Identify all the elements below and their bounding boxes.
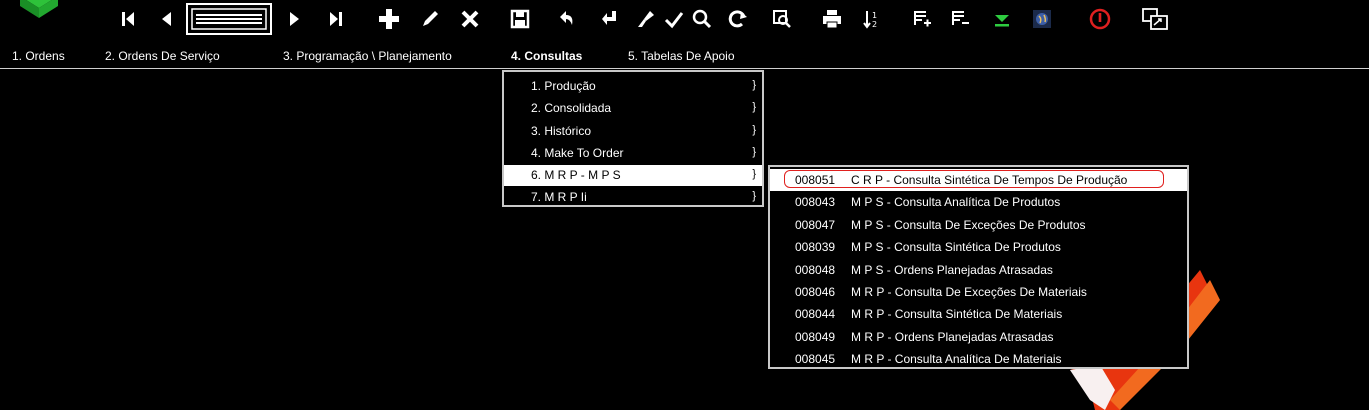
submenu-item-008043[interactable]: 008043 M P S - Consulta Analítica De Pro…: [770, 191, 1187, 213]
submenu-item-008046[interactable]: 008046 M R P - Consulta De Exceções De M…: [770, 281, 1187, 303]
sort-icon[interactable]: 12: [860, 6, 884, 32]
dropdown-item-label: 3. Histórico: [531, 124, 592, 138]
save-icon[interactable]: [508, 6, 532, 32]
last-record-icon[interactable]: [326, 6, 346, 32]
program-description: C R P - Consulta Sintética De Tempos De …: [851, 173, 1128, 187]
svg-text:2: 2: [872, 20, 877, 29]
dropdown-item-label: 4. Make To Order: [531, 146, 624, 160]
program-code: 008045: [795, 352, 836, 366]
logo-icon: [20, 0, 58, 18]
dropdown-item-historico[interactable]: 3. Histórico }: [504, 121, 762, 142]
download-icon[interactable]: [990, 6, 1014, 32]
print-icon[interactable]: [820, 6, 844, 32]
dropdown-item-mrp-mps[interactable]: 6. M R P - M P S }: [504, 165, 762, 186]
delete-icon[interactable]: [458, 6, 482, 32]
submenu-item-008045[interactable]: 008045 M R P - Consulta Analítica De Mat…: [770, 348, 1187, 370]
undo-icon[interactable]: [554, 6, 578, 32]
dropdown-item-consolidada[interactable]: 2. Consolidada }: [504, 98, 762, 119]
program-description: M P S - Consulta De Exceções De Produtos: [851, 218, 1086, 232]
program-code: 008047: [795, 218, 836, 232]
edit-icon[interactable]: [418, 6, 442, 32]
refresh-icon[interactable]: [726, 6, 750, 32]
program-code: 008043: [795, 195, 836, 209]
program-description: M R P - Ordens Planejadas Atrasadas: [851, 330, 1054, 344]
confirm-icon[interactable]: [598, 6, 622, 32]
dropdown-item-producao[interactable]: 1. Produção }: [504, 76, 762, 97]
zoom-icon[interactable]: [770, 6, 794, 32]
submenu-item-008051[interactable]: 008051 C R P - Consulta Sintética De Tem…: [770, 169, 1187, 191]
program-description: M R P - Consulta De Exceções De Materiai…: [851, 285, 1087, 299]
add-icon[interactable]: [376, 6, 402, 32]
dropdown-item-label: 2. Consolidada: [531, 101, 612, 115]
check-icon[interactable]: [662, 6, 686, 32]
submenu-arrow-icon: }: [752, 79, 756, 91]
insert-row-icon[interactable]: [910, 6, 934, 32]
program-code: 008049: [795, 330, 836, 344]
dropdown-item-label: 1. Produção: [531, 79, 596, 93]
menu-ordens[interactable]: 1. Ordens: [12, 49, 65, 63]
dropdown-item-label: 7. M R P Ii: [531, 190, 587, 204]
program-code: 008044: [795, 307, 836, 321]
search-icon[interactable]: [690, 6, 714, 32]
list-view-icon[interactable]: [186, 3, 272, 35]
clear-icon[interactable]: [634, 6, 658, 32]
submenu-arrow-icon: }: [752, 190, 756, 202]
dropdown-item-label: 6. M R P - M P S: [531, 168, 621, 182]
program-description: M P S - Ordens Planejadas Atrasadas: [851, 263, 1053, 277]
remove-row-icon[interactable]: [948, 6, 972, 32]
mrp-mps-submenu: 008051 C R P - Consulta Sintética De Tem…: [768, 165, 1189, 369]
program-code: 008048: [795, 263, 836, 277]
dropdown-item-make-to-order[interactable]: 4. Make To Order }: [504, 143, 762, 164]
svg-text:1: 1: [872, 11, 877, 20]
program-code: 008051: [795, 173, 836, 187]
submenu-item-008044[interactable]: 008044 M R P - Consulta Sintética De Mat…: [770, 303, 1187, 325]
submenu-arrow-icon: }: [752, 101, 756, 113]
program-code: 008046: [795, 285, 836, 299]
menu-tabelas-de-apoio[interactable]: 5. Tabelas De Apoio: [628, 49, 735, 63]
first-record-icon[interactable]: [118, 6, 138, 32]
globe-icon[interactable]: [1030, 6, 1054, 32]
submenu-arrow-icon: }: [752, 168, 756, 180]
menu-programacao-planejamento[interactable]: 3. Programação \ Planejamento: [283, 49, 452, 63]
submenu-item-008049[interactable]: 008049 M R P - Ordens Planejadas Atrasad…: [770, 326, 1187, 348]
previous-record-icon[interactable]: [156, 6, 176, 32]
consultas-dropdown: 1. Produção } 2. Consolidada } 3. Histór…: [502, 70, 764, 207]
submenu-arrow-icon: }: [752, 124, 756, 136]
program-code: 008039: [795, 240, 836, 254]
program-description: M P S - Consulta Sintética De Produtos: [851, 240, 1061, 254]
dropdown-item-mrp-ii[interactable]: 7. M R P Ii }: [504, 187, 762, 208]
toolbar: 12: [0, 0, 1369, 40]
menu-consultas[interactable]: 4. Consultas: [511, 49, 582, 63]
menu-ordens-de-servico[interactable]: 2. Ordens De Serviço: [105, 49, 220, 63]
program-description: M R P - Consulta Sintética De Materiais: [851, 307, 1063, 321]
next-record-icon[interactable]: [286, 6, 304, 32]
program-description: M P S - Consulta Analítica De Produtos: [851, 195, 1061, 209]
menu-bar: 1. Ordens 2. Ordens De Serviço 3. Progra…: [0, 46, 1369, 69]
program-description: M R P - Consulta Analítica De Materiais: [851, 352, 1062, 366]
submenu-item-008047[interactable]: 008047 M P S - Consulta De Exceções De P…: [770, 214, 1187, 236]
submenu-item-008048[interactable]: 008048 M P S - Ordens Planejadas Atrasad…: [770, 259, 1187, 281]
window-switch-icon[interactable]: [1140, 6, 1170, 32]
submenu-item-008039[interactable]: 008039 M P S - Consulta Sintética De Pro…: [770, 236, 1187, 258]
power-icon[interactable]: [1088, 6, 1112, 32]
submenu-arrow-icon: }: [752, 146, 756, 158]
